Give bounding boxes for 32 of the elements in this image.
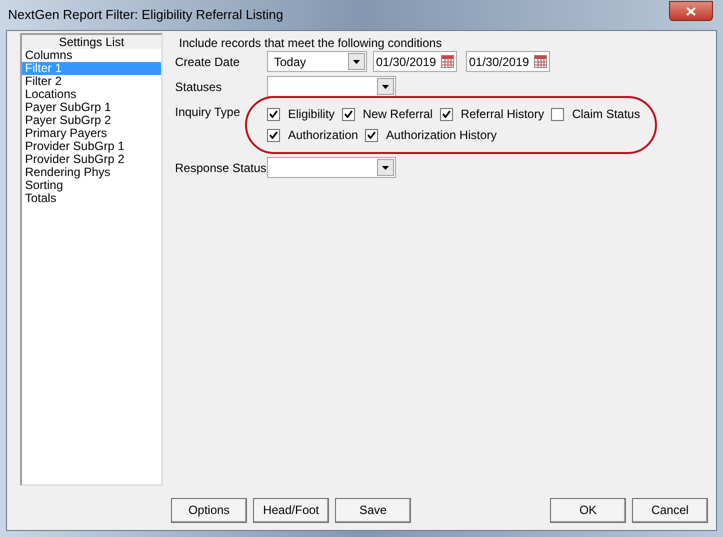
field-label: Inquiry Type <box>175 104 242 121</box>
field-label: Response Status <box>175 160 267 176</box>
field-label: Create Date <box>175 54 241 70</box>
date-field[interactable]: 01/30/2019 <box>373 51 457 72</box>
checkbox-label: Authorization <box>288 127 358 144</box>
list-item[interactable]: Payer SubGrp 1 <box>22 101 161 114</box>
dialog-button[interactable]: OK <box>550 498 626 522</box>
dialog-button[interactable]: Save <box>335 498 411 522</box>
conditions-heading: Include records that meet the following conditions <box>179 36 443 50</box>
list-item[interactable]: Provider SubGrp 1 <box>22 140 161 153</box>
list-item[interactable]: Locations <box>22 88 161 101</box>
date-field[interactable]: 01/30/2019 <box>466 51 550 72</box>
list-item[interactable]: Rendering Phys <box>22 166 161 179</box>
list-item[interactable]: Provider SubGrp 2 <box>22 153 161 166</box>
checkbox-label: Authorization History <box>386 127 497 144</box>
dialog-button[interactable]: Cancel <box>632 498 708 522</box>
dialog-button[interactable]: Head/Foot <box>253 498 329 522</box>
list-item[interactable]: Totals <box>22 192 161 205</box>
list-item[interactable]: Sorting <box>22 179 161 192</box>
checkbox-label: New Referral <box>362 106 433 123</box>
field-label: Statuses <box>175 78 223 96</box>
dialog-button[interactable]: Options <box>171 498 247 522</box>
list-item[interactable]: Payer SubGrp 2 <box>22 114 161 127</box>
list-header: Settings List <box>22 35 161 49</box>
checkbox-label: Referral History <box>460 106 544 123</box>
checkbox-label: Eligibility <box>288 106 335 123</box>
list-item[interactable]: Columns <box>22 49 161 62</box>
window-title: NextGen Report Filter: Eligibility Referral Listing <box>8 6 284 24</box>
checkbox-label: Claim Status <box>572 106 640 123</box>
list-item[interactable]: Filter 2 <box>22 75 161 88</box>
dropdown-field[interactable]: Today <box>267 51 367 72</box>
list-item[interactable]: Primary Payers <box>22 127 161 140</box>
